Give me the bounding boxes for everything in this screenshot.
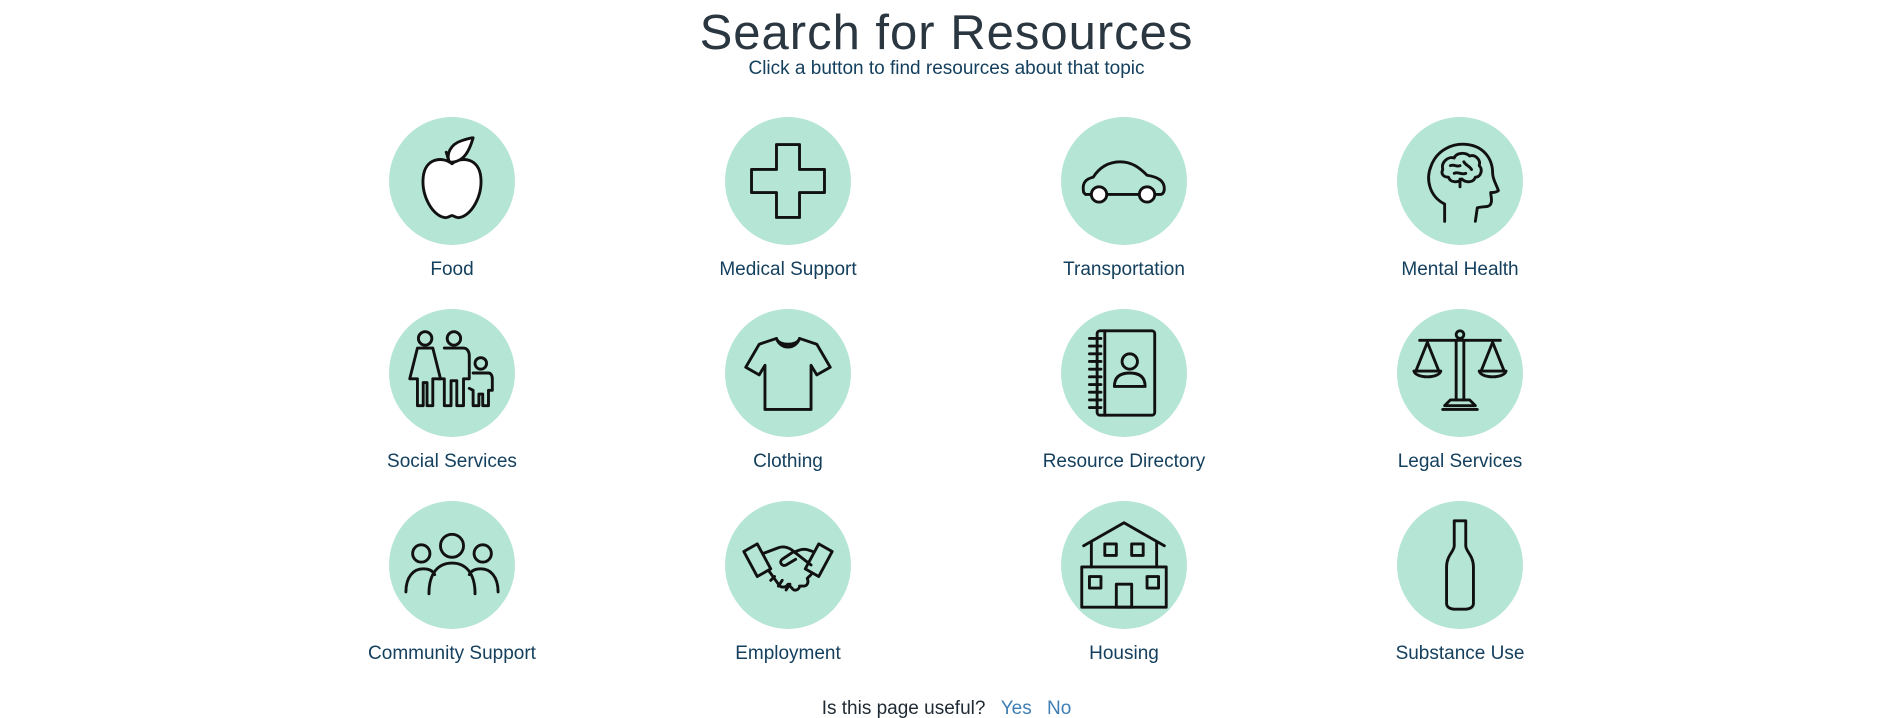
- medical-cross-icon: [750, 143, 826, 219]
- transportation-label: Transportation: [1063, 259, 1185, 280]
- scales-icon: [1412, 329, 1508, 411]
- social-services-button[interactable]: Social Services: [332, 309, 572, 489]
- clothing-circle: [725, 309, 851, 437]
- legal-services-button[interactable]: Legal Services: [1340, 309, 1580, 489]
- transportation-button[interactable]: Transportation: [1004, 117, 1244, 297]
- employment-label: Employment: [735, 643, 841, 664]
- handshake-icon: [742, 542, 834, 592]
- legal-services-label: Legal Services: [1397, 451, 1523, 472]
- social-services-circle: [389, 309, 515, 437]
- house-icon: [1080, 521, 1168, 609]
- clothing-label: Clothing: [753, 451, 823, 472]
- substance-use-circle: [1397, 501, 1523, 629]
- substance-use-button[interactable]: Substance Use: [1340, 501, 1580, 681]
- apple-icon: [421, 136, 483, 220]
- clothing-button[interactable]: Clothing: [668, 309, 908, 489]
- housing-circle: [1061, 501, 1187, 629]
- social-services-label: Social Services: [387, 451, 517, 472]
- feedback-yes-link[interactable]: Yes: [1001, 698, 1032, 718]
- community-support-label: Community Support: [368, 643, 536, 664]
- food-button[interactable]: Food: [332, 117, 572, 297]
- community-support-button[interactable]: Community Support: [332, 501, 572, 681]
- bottle-icon: [1445, 519, 1475, 611]
- resource-search-page: Search for Resources Click a button to f…: [0, 0, 1893, 718]
- resource-directory-circle: [1061, 309, 1187, 437]
- resource-directory-label: Resource Directory: [1042, 451, 1206, 472]
- tshirt-icon: [744, 337, 832, 411]
- mental-health-label: Mental Health: [1401, 259, 1519, 280]
- page-title: Search for Resources: [699, 6, 1194, 60]
- community-support-circle: [389, 501, 515, 629]
- group-icon: [404, 532, 500, 596]
- car-icon: [1081, 160, 1166, 204]
- food-label: Food: [430, 259, 474, 280]
- housing-label: Housing: [1089, 643, 1159, 664]
- substance-use-label: Substance Use: [1395, 643, 1525, 664]
- address-book-icon: [1088, 329, 1157, 417]
- feedback-no-link[interactable]: No: [1047, 698, 1071, 718]
- family-icon: [408, 330, 494, 408]
- mental-health-circle: [1397, 117, 1523, 245]
- brain-head-icon: [1427, 142, 1500, 223]
- resource-directory-button[interactable]: Resource Directory: [1004, 309, 1244, 489]
- food-circle: [389, 117, 515, 245]
- feedback-question: Is this page useful?: [821, 698, 986, 718]
- employment-circle: [725, 501, 851, 629]
- page-subtitle: Click a button to find resources about t…: [748, 58, 1145, 79]
- page-feedback: Is this page useful? Yes No: [0, 698, 1893, 718]
- legal-services-circle: [1397, 309, 1523, 437]
- transportation-circle: [1061, 117, 1187, 245]
- medical-support-circle: [725, 117, 851, 245]
- mental-health-button[interactable]: Mental Health: [1340, 117, 1580, 297]
- medical-support-button[interactable]: Medical Support: [668, 117, 908, 297]
- housing-button[interactable]: Housing: [1004, 501, 1244, 681]
- employment-button[interactable]: Employment: [668, 501, 908, 681]
- medical-support-label: Medical Support: [719, 259, 857, 280]
